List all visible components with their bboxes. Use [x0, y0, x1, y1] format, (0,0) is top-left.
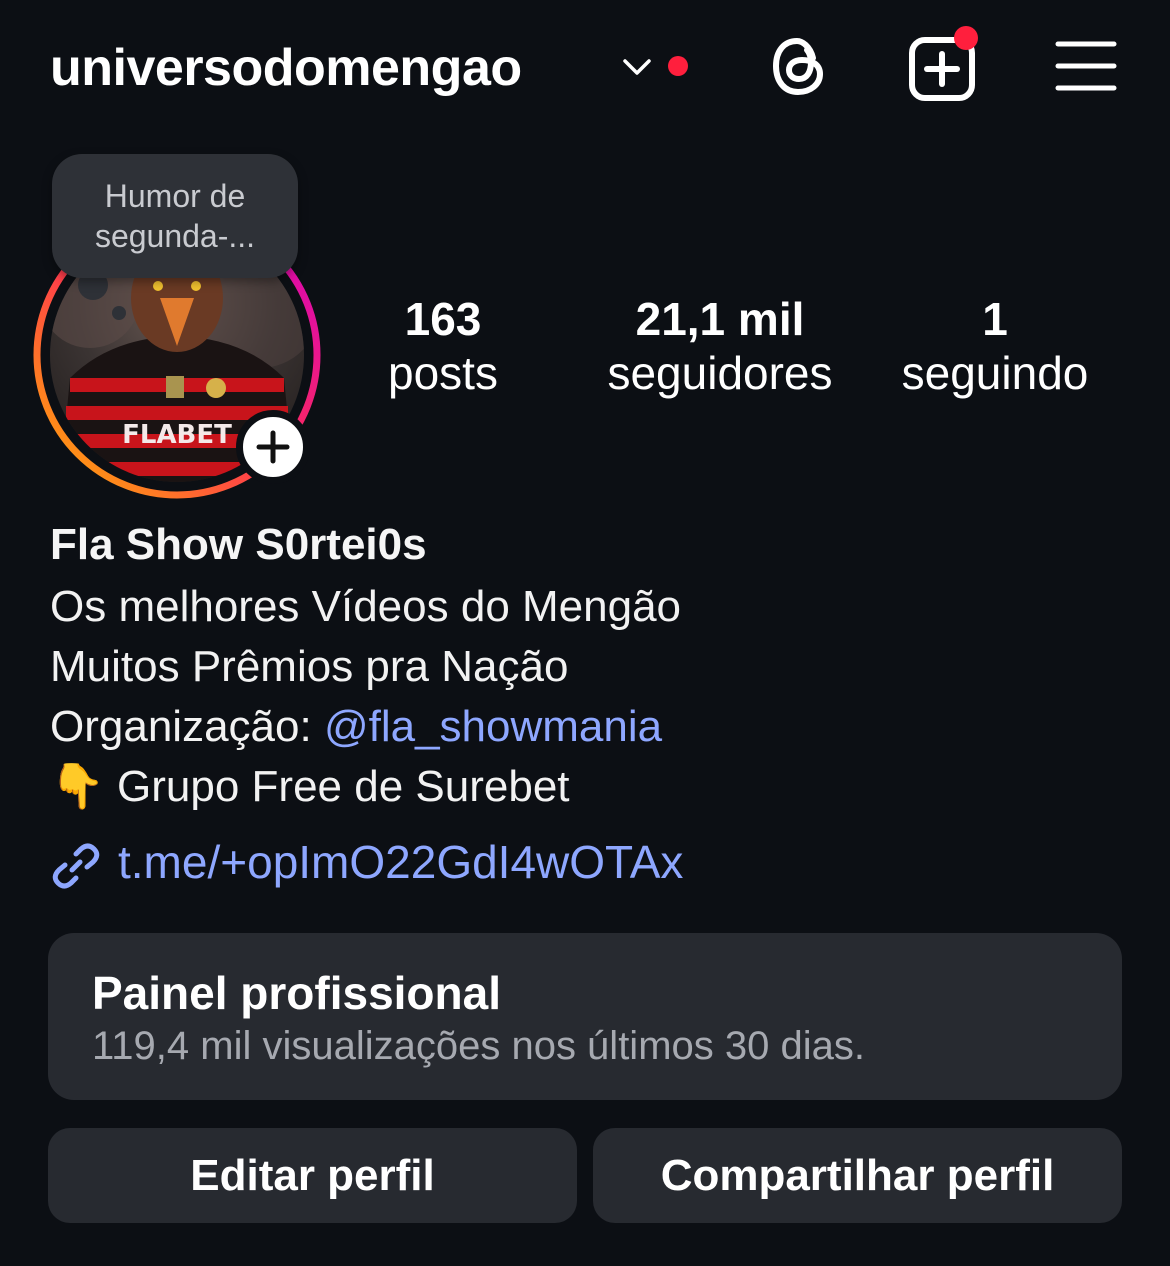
- avatar-shirt-text: FLABET: [122, 420, 232, 450]
- link-icon: [52, 843, 100, 889]
- following-label: seguindo: [901, 347, 1089, 399]
- note-text: Humor de segunda-...: [94, 178, 256, 254]
- bio-external-link[interactable]: t.me/+opImO22GdI4wOTAx: [118, 834, 683, 890]
- bio-line-3: Organização: @fla_showmania: [50, 700, 662, 754]
- stat-followers[interactable]: 21,1 mil seguidores: [580, 293, 860, 401]
- add-story-button[interactable]: [236, 410, 310, 484]
- chevron-down-icon[interactable]: [620, 52, 654, 82]
- pointing-down-emoji-icon: 👇: [50, 762, 105, 811]
- bio-organization-label: Organização:: [50, 702, 324, 751]
- followers-count: 21,1 mil: [635, 293, 805, 345]
- bio-line-4: 👇 Grupo Free de Surebet: [50, 760, 570, 814]
- bio-line-4-text: Grupo Free de Surebet: [117, 762, 570, 811]
- notification-dot: [668, 56, 688, 76]
- organization-mention-link[interactable]: @fla_showmania: [324, 702, 662, 751]
- edit-profile-button[interactable]: Editar perfil: [48, 1128, 577, 1223]
- following-count: 1: [982, 293, 1008, 345]
- share-profile-button[interactable]: Compartilhar perfil: [593, 1128, 1122, 1223]
- note-bubble-tail-small: [112, 306, 126, 320]
- followers-label: seguidores: [607, 347, 833, 399]
- bio-line-1: Os melhores Vídeos do Mengão: [50, 582, 682, 631]
- menu-icon[interactable]: [1054, 38, 1118, 94]
- bio-line-2: Muitos Prêmios pra Nação: [50, 642, 569, 691]
- plus-icon: [256, 430, 290, 464]
- professional-dashboard-title: Painel profissional: [92, 967, 501, 1019]
- profile-name: Fla Show S0rtei0s: [50, 520, 427, 569]
- stat-following[interactable]: 1 seguindo: [880, 293, 1110, 401]
- username-title[interactable]: universodomengao: [50, 38, 522, 98]
- new-post-badge-dot: [954, 26, 978, 50]
- posts-label: posts: [388, 347, 498, 399]
- threads-icon[interactable]: [766, 32, 830, 100]
- professional-dashboard-subtitle: 119,4 mil visualizações nos últimos 30 d…: [92, 1024, 865, 1068]
- posts-count: 163: [404, 293, 482, 345]
- stat-posts[interactable]: 163 posts: [358, 293, 528, 401]
